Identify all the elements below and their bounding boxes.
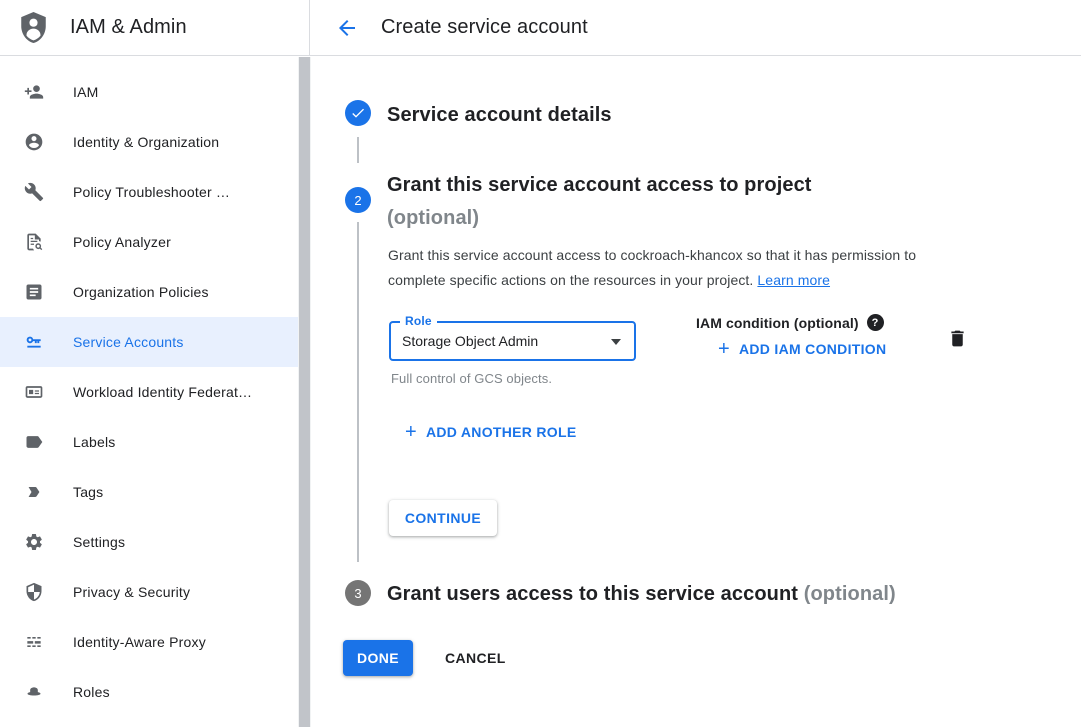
header-left: IAM & Admin — [0, 0, 310, 55]
top-header: IAM & Admin Create service account — [0, 0, 1081, 56]
shield-half-icon — [24, 582, 44, 602]
sidebar-item-service-accounts[interactable]: Service Accounts — [0, 317, 311, 367]
plus-icon: + — [405, 424, 417, 440]
shield-person-icon — [16, 10, 51, 45]
add-another-role-button[interactable]: + ADD ANOTHER ROLE — [405, 424, 577, 440]
sidebar-scrollbar-thumb[interactable] — [299, 57, 310, 727]
role-dropdown[interactable]: Role Storage Object Admin — [389, 321, 636, 361]
step2-description-text: Grant this service account access to coc… — [388, 247, 916, 288]
role-helper-text: Full control of GCS objects. — [391, 371, 552, 386]
service-account-key-icon — [24, 332, 44, 352]
iam-condition-label-text: IAM condition (optional) — [696, 315, 859, 331]
add-iam-condition-label: ADD IAM CONDITION — [739, 341, 886, 357]
policy-analyzer-icon — [24, 232, 44, 252]
sidebar-item-iam[interactable]: IAM — [0, 67, 311, 117]
sidebar-item-identity-organization[interactable]: Identity & Organization — [0, 117, 311, 167]
sidebar-item-workload-identity-federation[interactable]: Workload Identity Federat… — [0, 367, 311, 417]
step-connector — [357, 137, 359, 163]
account-circle-icon — [24, 132, 44, 152]
sidebar-item-roles[interactable]: Roles — [0, 667, 311, 717]
plus-icon: + — [718, 341, 730, 357]
proxy-icon — [24, 632, 44, 652]
sidebar-item-organization-policies[interactable]: Organization Policies — [0, 267, 311, 317]
sidebar-item-label: Policy Analyzer — [73, 234, 171, 250]
step1-completed-indicator — [345, 100, 371, 126]
label-icon — [24, 432, 44, 452]
add-another-role-label: ADD ANOTHER ROLE — [426, 424, 577, 440]
step1-title: Service account details — [387, 99, 612, 132]
iam-admin-console: IAM & Admin Create service account IAM I… — [0, 0, 1081, 727]
id-card-icon — [24, 382, 44, 402]
add-iam-condition-button[interactable]: + ADD IAM CONDITION — [718, 341, 886, 357]
page-title: Create service account — [381, 16, 588, 39]
gear-icon — [24, 532, 44, 552]
delete-role-button[interactable] — [947, 328, 968, 352]
step2-title-text: Grant this service account access to pro… — [387, 169, 1007, 202]
sidebar-item-label: Roles — [73, 684, 110, 700]
step-connector — [357, 222, 359, 562]
chevron-down-icon — [611, 339, 621, 345]
main-content: Service account details 2 Grant this ser… — [311, 57, 1081, 727]
step3-title-text: Grant users access to this service accou… — [387, 583, 798, 605]
person-add-icon — [24, 82, 44, 102]
step2-title: Grant this service account access to pro… — [387, 169, 1007, 235]
step2-description: Grant this service account access to coc… — [388, 243, 973, 293]
role-selected-value: Storage Object Admin — [391, 323, 634, 359]
hat-icon — [24, 682, 44, 702]
continue-button[interactable]: CONTINUE — [389, 500, 497, 536]
step3-optional-label: (optional) — [804, 583, 896, 605]
document-list-icon — [24, 282, 44, 302]
wrench-icon — [24, 182, 44, 202]
step2-indicator: 2 — [345, 187, 371, 213]
learn-more-link[interactable]: Learn more — [757, 272, 830, 288]
sidebar-item-label: Organization Policies — [73, 284, 209, 300]
step3-number: 3 — [354, 586, 361, 601]
sidebar-item-label: Privacy & Security — [73, 584, 190, 600]
sidebar-item-label: Identity-Aware Proxy — [73, 634, 206, 650]
sidebar-nav: IAM Identity & Organization Policy Troub… — [0, 57, 311, 717]
sidebar-item-tags[interactable]: Tags — [0, 467, 311, 517]
help-icon[interactable]: ? — [867, 314, 884, 331]
sidebar-item-label: Workload Identity Federat… — [73, 384, 252, 400]
header-right: Create service account — [310, 0, 1081, 55]
sidebar-item-label: Policy Troubleshooter … — [73, 184, 230, 200]
iam-condition-label: IAM condition (optional) ? — [696, 314, 884, 331]
sidebar-item-label: Labels — [73, 434, 115, 450]
trash-icon — [947, 328, 968, 349]
sidebar-item-privacy-security[interactable]: Privacy & Security — [0, 567, 311, 617]
tag-icon — [24, 482, 44, 502]
sidebar: IAM Identity & Organization Policy Troub… — [0, 57, 311, 727]
app-title: IAM & Admin — [70, 16, 187, 39]
sidebar-item-policy-troubleshooter[interactable]: Policy Troubleshooter … — [0, 167, 311, 217]
sidebar-item-label: Identity & Organization — [73, 134, 219, 150]
step3-title: Grant users access to this service accou… — [387, 578, 1067, 611]
cancel-button[interactable]: CANCEL — [445, 640, 506, 676]
sidebar-item-labels[interactable]: Labels — [0, 417, 311, 467]
step3-indicator: 3 — [345, 580, 371, 606]
done-button[interactable]: DONE — [343, 640, 413, 676]
sidebar-scrollbar-track[interactable] — [298, 57, 311, 727]
sidebar-item-label: Tags — [73, 484, 103, 500]
sidebar-item-label: Settings — [73, 534, 125, 550]
sidebar-item-identity-aware-proxy[interactable]: Identity-Aware Proxy — [0, 617, 311, 667]
arrow-back-icon[interactable] — [335, 16, 359, 40]
sidebar-item-policy-analyzer[interactable]: Policy Analyzer — [0, 217, 311, 267]
step2-number: 2 — [354, 193, 361, 208]
sidebar-item-label: Service Accounts — [73, 334, 184, 350]
role-field-label: Role — [400, 314, 437, 328]
sidebar-item-label: IAM — [73, 84, 99, 100]
sidebar-item-settings[interactable]: Settings — [0, 517, 311, 567]
check-icon — [350, 105, 366, 121]
step2-optional-label: (optional) — [387, 202, 1007, 235]
